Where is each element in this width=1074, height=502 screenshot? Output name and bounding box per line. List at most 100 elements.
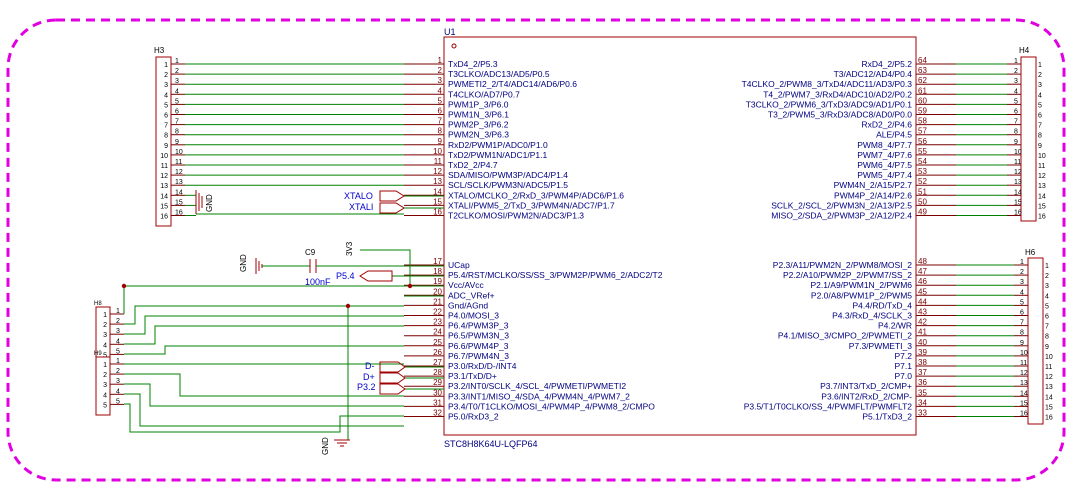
u1-pin-name: P6.5/PWM3N_3 bbox=[448, 331, 509, 341]
u1-pin-name: T3_2/PWM5_3/RxD3/ADC8/AD0/P0.0 bbox=[768, 110, 912, 120]
h6-pin-inner: 6 bbox=[1045, 314, 1049, 321]
h8-designator: H8 bbox=[94, 301, 102, 307]
h4-pin-inner: 1 bbox=[1038, 62, 1042, 69]
u1-pin-name: P5.1/TxD3_2 bbox=[862, 412, 912, 422]
h3-pin-inner: 16 bbox=[160, 214, 168, 221]
u1-pin-number: 29 bbox=[433, 378, 442, 387]
u1-pin-number: 7 bbox=[438, 117, 443, 126]
h3-pin-inner: 11 bbox=[161, 163, 168, 170]
h6-pin-inner: 7 bbox=[1045, 324, 1049, 331]
u1-pin-name: RxD2_2/P4.6 bbox=[861, 120, 912, 130]
h6-designator: H6 bbox=[1025, 248, 1036, 257]
h9-pin-inner: 3 bbox=[103, 382, 107, 389]
h3-pin-outer: 9 bbox=[175, 139, 179, 146]
net-label-p54[interactable]: P5.4 bbox=[336, 270, 393, 282]
svg-text:XTALI: XTALI bbox=[349, 202, 373, 212]
h6-pin-inner: 13 bbox=[1045, 384, 1053, 391]
h3-pin-inner: 15 bbox=[160, 203, 168, 210]
u1-pin-name: P4.3/RxD_4/SCLK_3 bbox=[832, 311, 912, 321]
h6-pin-inner: 15 bbox=[1045, 404, 1053, 411]
h3-pin-inner: 14 bbox=[160, 193, 168, 200]
u1-pin-number: 51 bbox=[918, 187, 927, 196]
h3-pin-outer: 12 bbox=[175, 169, 183, 176]
svg-text:100nF: 100nF bbox=[305, 277, 331, 287]
u1-pin-number: 50 bbox=[918, 197, 927, 206]
h4-pin-inner: 4 bbox=[1038, 92, 1042, 99]
u1-pin-number: 22 bbox=[433, 308, 442, 317]
u1-pin-number: 3 bbox=[438, 76, 443, 85]
h4-pin-outer: 6 bbox=[1014, 109, 1018, 116]
h6-pin-outer: 15 bbox=[1020, 400, 1028, 407]
svg-text:D+: D+ bbox=[363, 372, 375, 382]
h9-pin-outer: 2 bbox=[116, 368, 120, 375]
u1-pin-number: 58 bbox=[918, 117, 927, 126]
svg-text:XTALO: XTALO bbox=[344, 191, 373, 201]
u1-pin-number: 1 bbox=[438, 56, 443, 65]
u1-pin-number: 21 bbox=[433, 297, 442, 306]
h3-header[interactable]: H3 1122334455667788991010111112121313141… bbox=[154, 46, 185, 227]
u1-pin-name: PWM8_4/P7.7 bbox=[857, 140, 912, 150]
h9-header[interactable]: H9 1 1 2 2 3 3 4 4 5 5 bbox=[94, 351, 124, 416]
h4-pin-outer: 13 bbox=[1014, 179, 1022, 186]
u1-pin-number: 31 bbox=[433, 398, 442, 407]
power-label-3v3: 3V3 bbox=[345, 241, 354, 256]
h6-pin-outer: 10 bbox=[1020, 350, 1028, 357]
h4-pin-inner: 3 bbox=[1038, 82, 1042, 89]
u1-pin-number: 49 bbox=[918, 208, 927, 217]
u1-pin-name: RxD4_2/P5.2 bbox=[861, 59, 912, 69]
h4-pin-outer: 14 bbox=[1014, 189, 1022, 196]
u1-pin-number: 8 bbox=[438, 127, 443, 136]
net-label-p32[interactable]: P3.2 bbox=[357, 382, 406, 395]
h6-pin-inner: 2 bbox=[1045, 273, 1049, 280]
schematic-canvas: U1 STC8H8K64U-LQFP64 1 TxD4_2/P5.3 2 T3CLKO… bbox=[6, 18, 1066, 482]
u1-pin-number: 27 bbox=[433, 358, 442, 367]
u1-pin-number: 26 bbox=[433, 348, 442, 357]
h6-pin-outer: 9 bbox=[1020, 340, 1024, 347]
u1-pin-name: P3.7/INT3/TxD_2/CMP+ bbox=[820, 381, 912, 391]
gnd-symbol-h3: GND bbox=[195, 190, 214, 214]
svg-text:P3.2: P3.2 bbox=[357, 382, 376, 392]
h4-pin-outer: 1 bbox=[1014, 58, 1018, 65]
h3-pin-outer: 13 bbox=[175, 179, 183, 186]
h4-header[interactable]: H4 1122334455667788991010111112121313141… bbox=[1007, 46, 1046, 222]
u1-pin-number: 13 bbox=[433, 177, 442, 186]
u1-pin-name: T3CLKO_2/PWM6_3/TxD3/ADC9/AD1/P0.1 bbox=[746, 99, 913, 109]
u1-pin-name: P3.4/T0/T1CLKO/MOSI_4/PWM4P_4/PWM8_2/CMP… bbox=[448, 401, 655, 411]
h3-pin-outer: 7 bbox=[175, 119, 179, 126]
h8-pin-inner: 3 bbox=[103, 332, 107, 339]
h3-pin-inner: 12 bbox=[160, 173, 168, 180]
h3-pin-outer: 5 bbox=[175, 98, 179, 105]
h6-pin-inner: 11 bbox=[1045, 364, 1052, 371]
h6-pin-inner: 10 bbox=[1045, 354, 1053, 361]
net-label-xtalo[interactable]: XTALO bbox=[344, 190, 405, 202]
u1-pin-number: 10 bbox=[433, 147, 442, 156]
h4-pin-inner: 9 bbox=[1038, 143, 1042, 150]
u1-chip[interactable]: U1 STC8H8K64U-LQFP64 1 TxD4_2/P5.3 2 T3CLKO… bbox=[404, 27, 956, 449]
u1-pin-name: P2.0/A8/PWM1P_2/PWM5 bbox=[811, 290, 912, 300]
u1-pin-name: Gnd/AGnd bbox=[448, 300, 488, 310]
u1-pin-name: T3/ADC12/AD4/P0.4 bbox=[834, 69, 913, 79]
net-label-xtali[interactable]: XTALI bbox=[349, 202, 405, 214]
u1-pin-name: P2.1/A9/PWM1N_2/PWM6 bbox=[810, 280, 912, 290]
u1-pin-number: 11 bbox=[434, 157, 443, 166]
net-label-dminus[interactable]: D- bbox=[365, 361, 406, 373]
h9-pin-outer: 3 bbox=[116, 378, 120, 385]
u1-pin-number: 15 bbox=[433, 197, 442, 206]
u1-pin-name: XTALI/PWM5_2/TxD_3/PWM4N/ADC7/P1.7 bbox=[448, 200, 615, 210]
h4-pin-outer: 4 bbox=[1014, 88, 1018, 95]
h4-pin-inner: 16 bbox=[1038, 214, 1046, 221]
u1-pin-number: 41 bbox=[918, 328, 927, 337]
h4-pin-outer: 2 bbox=[1014, 68, 1018, 75]
u1-pin-name: P6.7/PWM4N_3 bbox=[448, 351, 509, 361]
capacitor-c9[interactable]: C9 100nF bbox=[270, 248, 444, 287]
u1-pin-number: 55 bbox=[918, 147, 927, 156]
h6-header[interactable]: H6 1122334455667788991010111112121313141… bbox=[1014, 248, 1053, 425]
u1-pin-name: MISO_2/SDA_2/PWM3P_2/A12/P2.4 bbox=[771, 211, 912, 221]
u1-pin-name: TxD2_2/P4.7 bbox=[448, 160, 498, 170]
h6-pin-outer: 1 bbox=[1020, 259, 1024, 266]
h8-pin-inner: 2 bbox=[103, 322, 107, 329]
svg-text:D-: D- bbox=[365, 361, 375, 371]
u1-pin-name: PWM7_4/P7.6 bbox=[857, 150, 912, 160]
h3-pin-inner: 9 bbox=[164, 143, 168, 150]
u1-pin-name: ALE/P4.5 bbox=[876, 130, 912, 140]
